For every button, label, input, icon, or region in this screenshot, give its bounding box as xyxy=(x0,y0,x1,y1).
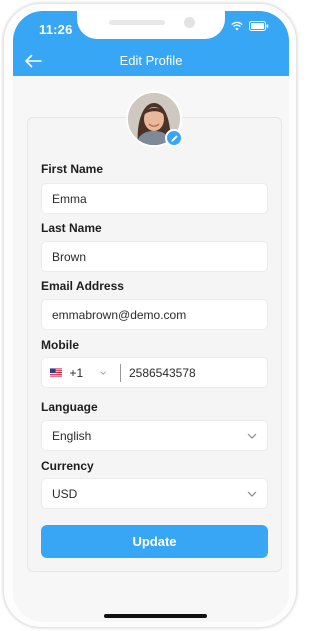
first-name-label: First Name xyxy=(41,162,104,176)
last-name-label: Last Name xyxy=(41,221,102,235)
currency-label: Currency xyxy=(41,459,94,473)
phone-frame: 11:26 Edit Profile First Name Emma Last … xyxy=(3,3,297,628)
email-input[interactable] xyxy=(52,307,257,322)
edit-photo-button[interactable] xyxy=(165,129,183,147)
status-time: 11:26 xyxy=(39,22,73,37)
mobile-field[interactable]: +1 xyxy=(41,357,268,388)
app-bar: Edit Profile xyxy=(13,47,289,76)
currency-value: USD xyxy=(52,486,78,501)
update-button[interactable]: Update xyxy=(41,525,268,558)
language-value: English xyxy=(52,428,92,443)
country-code[interactable]: +1 xyxy=(69,366,83,380)
status-bar: 11:26 xyxy=(13,11,289,47)
email-field[interactable] xyxy=(41,299,268,330)
notch xyxy=(77,11,225,39)
page-title: Edit Profile xyxy=(119,53,183,68)
mobile-number-input[interactable] xyxy=(128,365,259,380)
chevron-down-icon xyxy=(247,433,257,439)
pencil-icon xyxy=(170,134,178,142)
chevron-down-icon xyxy=(247,491,257,497)
chevron-down-icon[interactable] xyxy=(100,370,106,376)
mobile-label: Mobile xyxy=(41,338,79,352)
last-name-input[interactable] xyxy=(52,249,257,264)
home-indicator xyxy=(104,614,207,618)
divider xyxy=(120,363,121,382)
language-label: Language xyxy=(41,400,98,414)
wifi-icon xyxy=(231,21,243,31)
avatar-container[interactable] xyxy=(126,91,183,147)
screen: 11:26 Edit Profile First Name Emma Last … xyxy=(13,11,289,622)
language-select[interactable]: English xyxy=(41,420,268,451)
status-icons xyxy=(231,21,269,31)
battery-icon xyxy=(249,21,269,31)
first-name-input[interactable] xyxy=(52,191,257,206)
last-name-field[interactable] xyxy=(41,241,268,272)
us-flag-icon[interactable] xyxy=(50,366,63,379)
first-name-field[interactable] xyxy=(41,183,268,214)
currency-select[interactable]: USD xyxy=(41,478,268,509)
email-label: Email Address xyxy=(41,279,124,293)
